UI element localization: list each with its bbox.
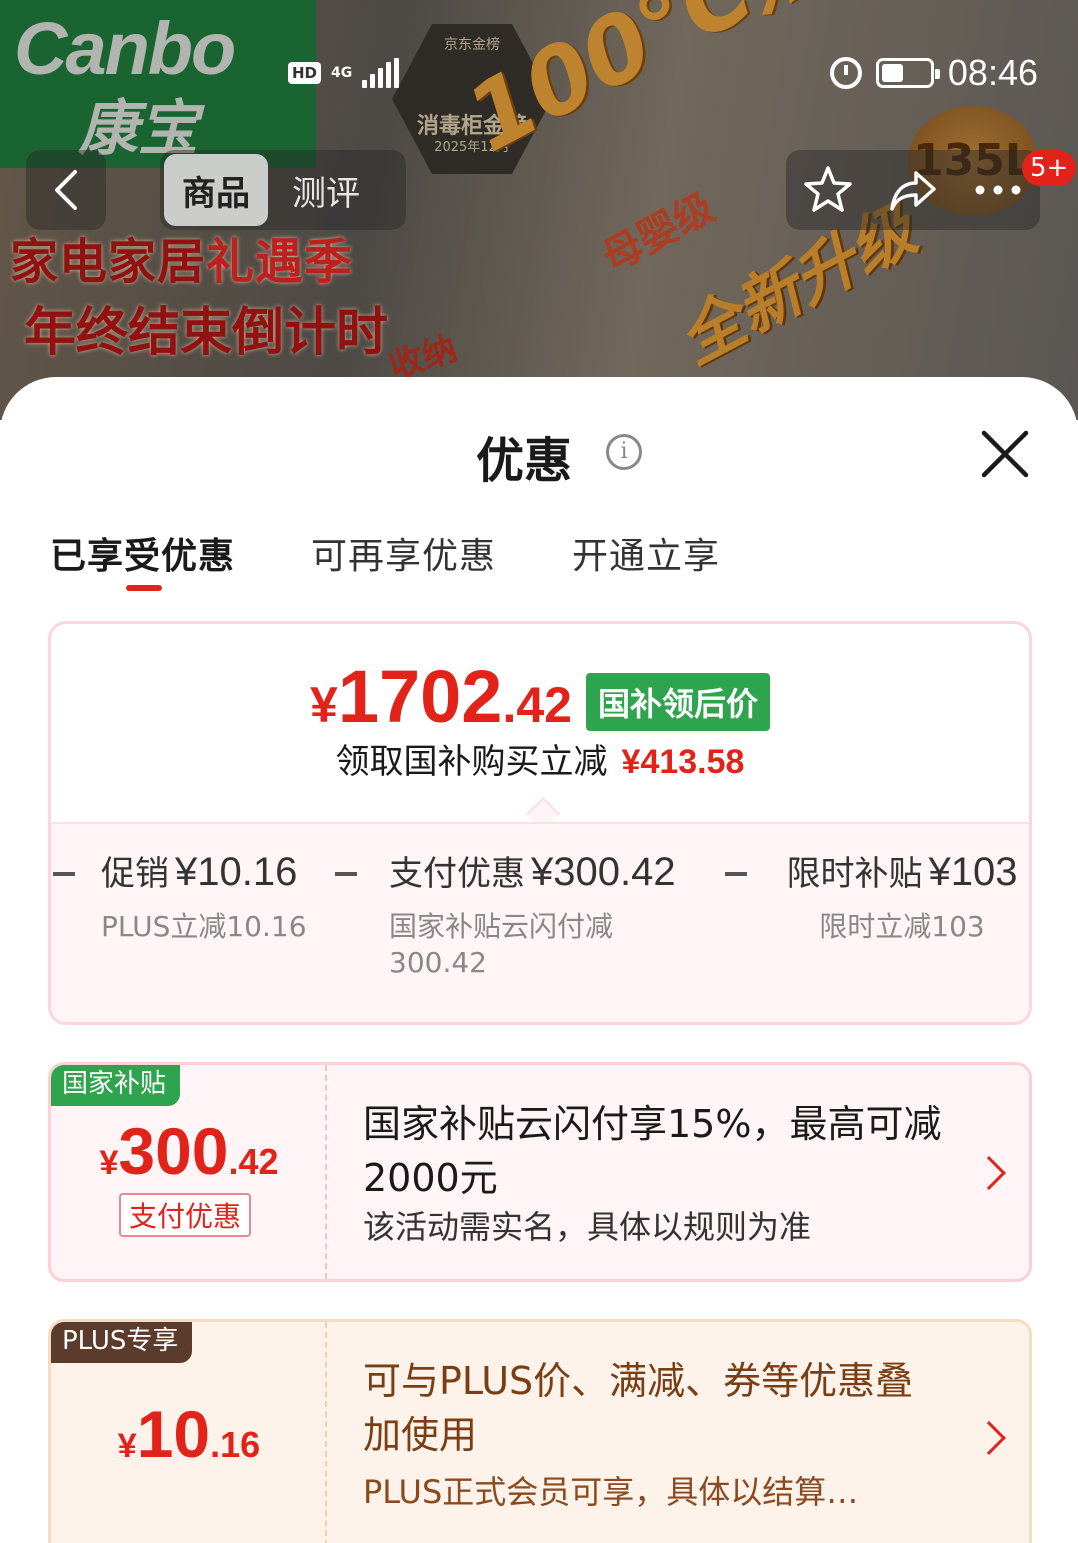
message-badge: 5+ xyxy=(1022,150,1077,186)
savings-row: 领取国补购买立减 ¥413.58 xyxy=(51,734,1029,783)
chevron-right-icon[interactable] xyxy=(972,1156,1006,1190)
breakdown-limited: 限时补贴 ¥103 限时立减103 xyxy=(777,846,1027,945)
breakdown-label: 促销 xyxy=(101,854,169,894)
status-bar-right: 08:46 xyxy=(829,48,1038,98)
tab-product[interactable]: 商品 xyxy=(164,154,268,226)
clock: 08:46 xyxy=(947,52,1038,93)
signal-icon xyxy=(362,58,400,88)
more-icon[interactable] xyxy=(971,163,1025,217)
info-icon[interactable]: i xyxy=(606,434,642,470)
price-tag: 国补领后价 xyxy=(585,673,770,731)
tab-activate[interactable]: 开通立享 xyxy=(572,527,720,579)
discount-tabs: 已享受优惠 可再享优惠 开通立享 xyxy=(50,527,796,591)
coupon-tag: 国家补贴 xyxy=(51,1065,181,1106)
price-summary-card: ¥1702.42 国补领后价 领取国补购买立减 ¥413.58 促销 ¥10.16 … xyxy=(48,621,1032,1025)
coupon-amount-integer: 300 xyxy=(118,1114,229,1188)
chevron-left-icon xyxy=(55,170,77,210)
battery-icon xyxy=(875,58,940,88)
status-bar-left: HD 4G xyxy=(288,48,400,98)
breakdown-sub: 国家补贴云闪付减300.42 xyxy=(389,910,614,979)
tab-more[interactable]: 可再享优惠 xyxy=(311,527,496,579)
coupon-title: 国家补贴云闪付享15%，最高可减2000元 xyxy=(363,1102,942,1200)
breakdown-label: 限时补贴 xyxy=(786,854,923,894)
product-nav-tabs: 商品 测评 xyxy=(160,150,406,230)
coupon-amount: ¥10.16 xyxy=(51,1396,327,1472)
tab-reviews[interactable]: 测评 xyxy=(274,154,378,226)
coupon-type: 支付优惠 xyxy=(119,1193,252,1237)
price-integer: 1702 xyxy=(337,655,503,738)
minus-icon xyxy=(725,872,747,876)
network-type: 4G xyxy=(331,65,353,81)
product-banner[interactable]: Canbo 康宝 京东金榜 消毒柜金榜 2025年12月 100°C热风 母婴级… xyxy=(0,0,1078,420)
star-icon[interactable] xyxy=(801,163,855,217)
breakdown-payment: 支付优惠 ¥300.42 国家补贴云闪付减300.42 xyxy=(389,846,699,981)
minus-icon xyxy=(53,872,75,876)
minus-icon xyxy=(335,872,357,876)
close-icon[interactable] xyxy=(978,427,1032,481)
coupon-amount-integer: 10 xyxy=(136,1397,211,1471)
savings-amount: ¥413.58 xyxy=(621,743,745,781)
chevron-right-icon[interactable] xyxy=(972,1421,1006,1455)
final-price: ¥1702.42 xyxy=(310,654,572,739)
breakdown-value: ¥103 xyxy=(928,850,1018,894)
final-price-row: ¥1702.42 国补领后价 xyxy=(51,654,1029,739)
coupon-currency: ¥ xyxy=(117,1427,137,1465)
battery-level xyxy=(881,64,903,82)
coupon-title: 可与PLUS价、满减、券等优惠叠加使用 xyxy=(363,1359,914,1457)
price-decimal: .42 xyxy=(502,677,572,733)
coupon-currency: ¥ xyxy=(99,1144,119,1182)
back-button[interactable] xyxy=(26,150,106,230)
coupon-description: PLUS正式会员可享，具体以结算… xyxy=(363,1473,859,1511)
hd-indicator: HD xyxy=(288,62,322,84)
breakdown-label: 支付优惠 xyxy=(389,854,525,894)
discount-sheet: 优惠 i 已享受优惠 可再享优惠 开通立享 ¥1702.42 国补领后价 领取国… xyxy=(0,377,1078,1543)
coupon-amount: ¥300.42 xyxy=(51,1113,327,1189)
coupon-amount-decimal: .16 xyxy=(210,1424,261,1465)
sheet-title: 优惠 xyxy=(0,421,1078,491)
coupon-tag: PLUS专享 xyxy=(51,1322,193,1363)
nav-actions xyxy=(786,150,1040,230)
tab-applied[interactable]: 已享受优惠 xyxy=(50,527,235,591)
price-currency: ¥ xyxy=(310,677,338,733)
coupon-amount-decimal: .42 xyxy=(228,1141,279,1182)
alarm-icon xyxy=(829,57,862,89)
breakdown-value: ¥10.16 xyxy=(175,850,298,894)
discount-breakdown: 促销 ¥10.16 PLUS立减10.16 支付优惠 ¥300.42 国家补贴云闪付… xyxy=(51,822,1029,1022)
savings-label: 领取国补购买立减 xyxy=(335,742,608,782)
coupon-description: 该活动需实名，具体以规则为准 xyxy=(363,1208,812,1246)
coupon-national-subsidy[interactable]: ¥300.42 支付优惠 国家补贴 国家补贴云闪付享15%，最高可减2000元 … xyxy=(48,1062,1032,1282)
sheet-title-text: 优惠 xyxy=(475,433,572,489)
breakdown-sub: 限时立减103 xyxy=(819,910,985,943)
share-icon[interactable] xyxy=(886,163,940,217)
breakdown-sub: PLUS立减10.16 xyxy=(101,910,307,943)
coupon-plus[interactable]: ¥10.16 PLUS专享 可与PLUS价、满减、券等优惠叠加使用 PLUS正式… xyxy=(48,1319,1032,1543)
breakdown-promo: 促销 ¥10.16 PLUS立减10.16 xyxy=(101,846,341,945)
breakdown-value: ¥300.42 xyxy=(531,850,676,894)
